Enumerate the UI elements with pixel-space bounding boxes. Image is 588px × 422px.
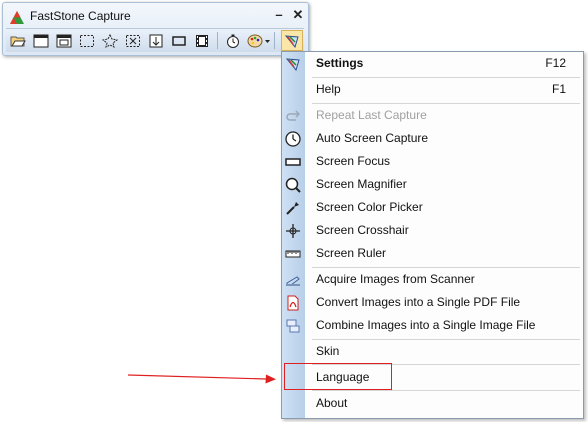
menu-item-label: Settings xyxy=(316,56,364,70)
menu-separator xyxy=(312,267,580,268)
minimize-button[interactable]: – xyxy=(271,7,287,22)
open-folder-icon[interactable] xyxy=(9,32,27,49)
menu-item-label: About xyxy=(316,396,348,410)
menu-item-screen-magnifier[interactable]: Screen Magnifier xyxy=(282,174,583,196)
menu-item-label: Screen Color Picker xyxy=(316,200,423,214)
menu-item-screen-crosshair[interactable]: Screen Crosshair xyxy=(282,220,583,242)
menu-separator xyxy=(312,390,580,391)
menu-item-label: Auto Screen Capture xyxy=(316,131,429,145)
menu-item-settings[interactable]: Settings F12 xyxy=(282,53,583,75)
menu-item-convert-pdf[interactable]: Convert Images into a Single PDF File xyxy=(282,292,583,314)
crosshair-icon xyxy=(285,223,301,239)
menu-item-screen-ruler[interactable]: Screen Ruler xyxy=(282,243,583,265)
settings-menu-icon[interactable] xyxy=(281,30,303,51)
focus-bar-icon xyxy=(285,154,301,170)
repeat-icon xyxy=(285,108,301,124)
menu-item-label: Combine Images into a Single Image File xyxy=(316,318,536,332)
faststone-logo-icon xyxy=(10,9,24,28)
close-button[interactable]: ✕ xyxy=(290,7,306,23)
clock-icon xyxy=(285,131,301,147)
menu-item-label: Help xyxy=(316,82,341,96)
menu-item-auto-screen-capture[interactable]: Auto Screen Capture xyxy=(282,128,583,150)
annotation-arrow xyxy=(128,374,276,384)
pdf-icon xyxy=(285,295,301,311)
capture-window-icon[interactable] xyxy=(32,32,50,49)
magnifier-icon xyxy=(285,177,301,193)
capture-freehand-icon[interactable] xyxy=(101,32,119,49)
scanner-icon xyxy=(285,272,301,288)
menu-item-label: Screen Focus xyxy=(316,154,391,168)
menu-item-screen-color-picker[interactable]: Screen Color Picker xyxy=(282,197,583,219)
menu-item-shortcut: F1 xyxy=(551,82,566,96)
language-highlight-box xyxy=(284,363,392,390)
settings-icon xyxy=(285,56,301,72)
menu-item-label: Acquire Images from Scanner xyxy=(316,272,475,286)
combine-images-icon xyxy=(285,318,301,334)
menu-item-help[interactable]: Help F1 xyxy=(282,79,583,101)
menu-item-label: Convert Images into a Single PDF File xyxy=(316,295,521,309)
output-palette-icon[interactable] xyxy=(247,32,271,49)
menu-item-label: Screen Ruler xyxy=(316,246,387,260)
faststone-toolbar-window: FastStone Capture – ✕ xyxy=(2,2,309,56)
menu-item-acquire-scanner[interactable]: Acquire Images from Scanner xyxy=(282,269,583,291)
delay-timer-icon[interactable] xyxy=(224,32,242,49)
capture-scrolling-icon[interactable] xyxy=(147,32,165,49)
capture-fullscreen-icon[interactable] xyxy=(124,32,142,49)
eyedropper-icon xyxy=(285,200,301,216)
record-video-icon[interactable] xyxy=(193,32,211,49)
title-bar[interactable]: FastStone Capture – ✕ xyxy=(8,7,304,25)
menu-item-label: Screen Magnifier xyxy=(316,177,407,191)
capture-toolbar xyxy=(6,28,304,52)
menu-separator xyxy=(312,77,580,78)
toolbar-separator xyxy=(274,32,275,49)
menu-item-skin[interactable]: Skin xyxy=(282,341,583,363)
toolbar-separator xyxy=(217,32,218,49)
window-title: FastStone Capture xyxy=(30,9,131,23)
menu-item-label: Screen Crosshair xyxy=(316,223,409,237)
menu-separator xyxy=(312,103,580,104)
menu-item-screen-focus[interactable]: Screen Focus xyxy=(282,151,583,173)
menu-item-combine-images[interactable]: Combine Images into a Single Image File xyxy=(282,315,583,337)
menu-item-about[interactable]: About xyxy=(282,393,583,415)
capture-rectangle-icon[interactable] xyxy=(78,32,96,49)
menu-item-shortcut: F12 xyxy=(545,56,566,70)
menu-item-label: Repeat Last Capture xyxy=(316,108,427,122)
capture-object-icon[interactable] xyxy=(55,32,73,49)
menu-separator xyxy=(312,339,580,340)
capture-fixed-region-icon[interactable] xyxy=(170,32,188,49)
menu-item-repeat-last-capture[interactable]: Repeat Last Capture xyxy=(282,105,583,127)
menu-item-label: Skin xyxy=(316,344,340,358)
ruler-icon xyxy=(285,246,301,262)
